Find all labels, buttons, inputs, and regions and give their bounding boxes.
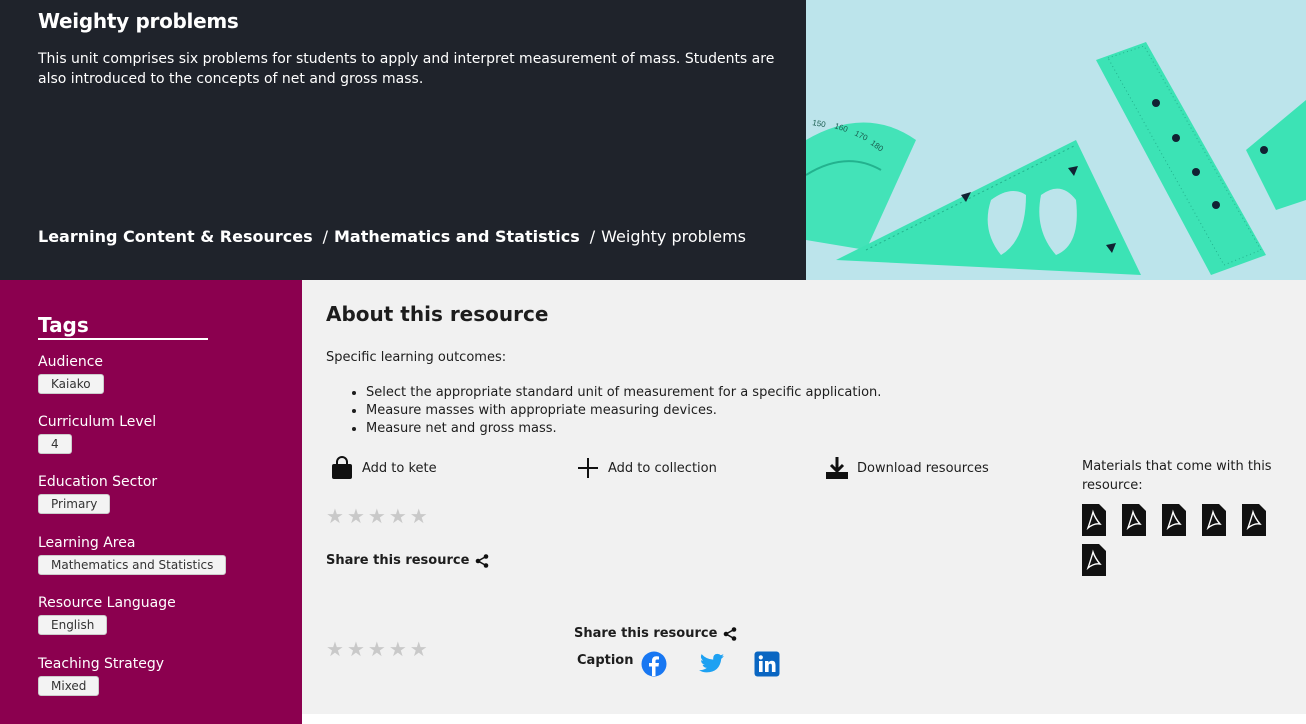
add-to-kete-label: Add to kete	[362, 460, 437, 476]
tag-group-education-sector: Education Sector Primary	[38, 473, 157, 514]
share-icon	[475, 553, 489, 568]
star-icon[interactable]: ★	[347, 639, 365, 659]
star-icon[interactable]: ★	[389, 506, 407, 526]
breadcrumb: Learning Content & Resources / Mathemati…	[38, 227, 746, 246]
twitter-icon[interactable]	[698, 651, 724, 677]
star-icon[interactable]: ★	[326, 639, 344, 659]
page-title: Weighty problems	[38, 9, 239, 33]
svg-text:150: 150	[812, 118, 827, 129]
tag-chip-mixed[interactable]: Mixed	[38, 676, 100, 696]
list-item: Measure masses with appropriate measurin…	[366, 402, 881, 420]
linkedin-icon[interactable]	[754, 651, 780, 677]
breadcrumb-separator: /	[589, 227, 596, 246]
breadcrumb-separator: /	[322, 227, 328, 246]
tags-heading: Tags	[38, 313, 89, 337]
materials-label: Materials that come with this resource:	[1082, 459, 1272, 493]
download-resources-label: Download resources	[857, 460, 989, 476]
star-icon[interactable]: ★	[368, 639, 386, 659]
star-icon[interactable]: ★	[368, 506, 386, 526]
tag-chip-mathematics[interactable]: Mathematics and Statistics	[38, 555, 227, 575]
pdf-icon[interactable]	[1122, 504, 1146, 536]
pdf-icon[interactable]	[1242, 504, 1266, 536]
tags-sidebar: Tags Audience Kaiako Curriculum Level 4 …	[0, 280, 302, 724]
pdf-icon[interactable]	[1082, 504, 1106, 536]
breadcrumb-learning-content[interactable]: Learning Content & Resources	[38, 227, 313, 246]
share-label: Share this resource	[326, 553, 470, 568]
tag-group-audience: Audience Kaiako	[38, 353, 104, 394]
tag-label: Curriculum Level	[38, 414, 157, 430]
rating-stars[interactable]: ★ ★ ★ ★ ★	[326, 506, 428, 526]
tag-chip-level[interactable]: 4	[38, 434, 72, 454]
page-bottom-strip	[302, 714, 1306, 724]
list-item: Measure net and gross mass.	[366, 420, 881, 438]
breadcrumb-mathematics[interactable]: Mathematics and Statistics	[334, 227, 580, 246]
about-heading: About this resource	[326, 302, 549, 326]
rating-stars[interactable]: ★ ★ ★ ★ ★	[326, 639, 428, 659]
breadcrumb-current: Weighty problems	[601, 227, 746, 246]
tag-group-teaching-strategy: Teaching Strategy Mixed	[38, 655, 164, 696]
plus-icon	[576, 456, 600, 480]
pdf-icon[interactable]	[1082, 544, 1106, 576]
download-icon	[825, 456, 849, 480]
add-to-kete-button[interactable]: Add to kete	[330, 456, 437, 480]
tag-chip-kaiako[interactable]: Kaiako	[38, 374, 104, 394]
download-resources-button[interactable]: Download resources	[825, 456, 989, 480]
add-to-collection-label: Add to collection	[608, 460, 717, 476]
materials-list	[1082, 504, 1292, 576]
pdf-icon[interactable]	[1202, 504, 1226, 536]
list-item: Select the appropriate standard unit of …	[366, 384, 881, 402]
tag-chip-english[interactable]: English	[38, 615, 108, 635]
outcomes-intro: Specific learning outcomes:	[326, 350, 507, 365]
tag-group-learning-area: Learning Area Mathematics and Statistics	[38, 534, 227, 575]
tag-label: Audience	[38, 354, 104, 370]
star-icon[interactable]: ★	[347, 506, 365, 526]
bag-icon	[330, 456, 354, 480]
star-icon[interactable]: ★	[389, 639, 407, 659]
tag-group-curriculum-level: Curriculum Level 4	[38, 413, 156, 454]
outcomes-list: Select the appropriate standard unit of …	[366, 384, 881, 438]
tag-group-resource-language: Resource Language English	[38, 594, 176, 635]
tags-divider	[38, 338, 208, 340]
caption-label: Caption	[577, 653, 634, 668]
share-resource-button[interactable]: Share this resource	[326, 553, 489, 568]
tag-label: Learning Area	[38, 535, 136, 551]
star-icon[interactable]: ★	[410, 506, 428, 526]
tag-label: Resource Language	[38, 595, 176, 611]
facebook-icon[interactable]	[641, 651, 667, 677]
about-resource-panel: About this resource Specific learning ou…	[302, 280, 1306, 714]
tag-label: Teaching Strategy	[38, 656, 165, 672]
page-description: This unit comprises six problems for stu…	[38, 51, 775, 87]
hero-banner: Weighty problems This unit comprises six…	[0, 0, 806, 280]
share-label: Share this resource	[574, 626, 718, 641]
tag-label: Education Sector	[38, 474, 158, 490]
pdf-icon[interactable]	[1162, 504, 1186, 536]
star-icon[interactable]: ★	[410, 639, 428, 659]
share-icon	[723, 626, 737, 641]
share-resource-button[interactable]: Share this resource	[574, 626, 737, 641]
tag-chip-primary[interactable]: Primary	[38, 494, 111, 514]
add-to-collection-button[interactable]: Add to collection	[576, 456, 717, 480]
star-icon[interactable]: ★	[326, 506, 344, 526]
hero-image-rulers: 150 160 170 180	[806, 0, 1306, 280]
rulers-illustration: 150 160 170 180	[806, 42, 1306, 275]
